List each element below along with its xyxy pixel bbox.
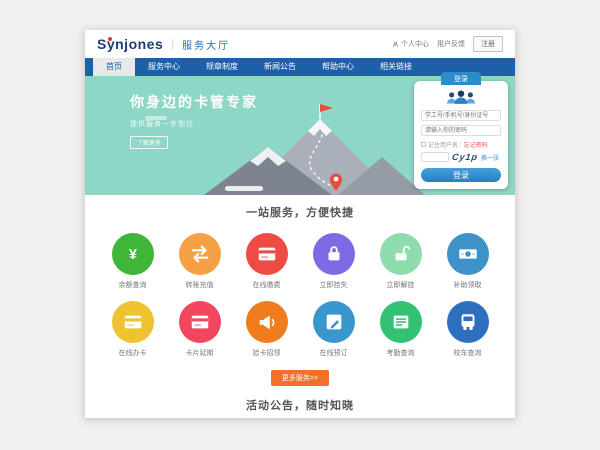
service-item[interactable]: 立即解挂 xyxy=(367,227,434,295)
service-item[interactable]: ¥ 余额查询 xyxy=(99,227,166,295)
service-label: 在线预订 xyxy=(300,348,367,358)
brand-logo[interactable]: Synjones xyxy=(97,36,163,52)
service-label: 在线缴费 xyxy=(233,280,300,290)
yen-icon: ¥ xyxy=(112,233,154,275)
hero-cta-button[interactable]: 了解更多 xyxy=(130,136,168,149)
user-feedback-link[interactable]: 用户反馈 xyxy=(437,39,465,49)
announcements-title: 活动公告，随时知晓 xyxy=(85,397,515,413)
banknote-icon xyxy=(447,233,489,275)
more-services-button[interactable]: 更多服务>> xyxy=(271,370,329,386)
hero-banner: 你身边的卡管专家 提供服务一步到位 了解更多 登录 xyxy=(85,76,515,195)
login-tab[interactable]: 登录 xyxy=(441,72,481,85)
site-name: 服务大厅 xyxy=(182,37,230,52)
announcements-section: 活动公告，随时知晓 使用须知 最新公告 更多>> 使用指南 更多>> xyxy=(85,386,515,418)
transfer-icon xyxy=(179,233,221,275)
service-label: 立即挂失 xyxy=(300,280,367,290)
service-item[interactable]: 校车查询 xyxy=(434,295,501,363)
login-panel: 登录 记住用户名 | 忘记密码 Cy1p 换一张 登录 xyxy=(414,81,508,189)
website-screenshot: Synjones | 服务大厅 个人中心 用户反馈 注册 首页服务中心规章制度新… xyxy=(85,30,515,418)
login-submit-button[interactable]: 登录 xyxy=(421,168,501,182)
forgot-password-link[interactable]: 忘记密码 xyxy=(464,140,488,149)
service-label: 补助领取 xyxy=(434,280,501,290)
personal-center-label: 个人中心 xyxy=(401,39,429,49)
register-button[interactable]: 注册 xyxy=(473,36,503,52)
remember-label: 记住用户名 xyxy=(428,140,458,149)
remember-row: 记住用户名 | 忘记密码 xyxy=(421,140,501,149)
card-icon xyxy=(246,233,288,275)
user-feedback-label: 用户反馈 xyxy=(437,39,465,49)
personal-center-link[interactable]: 个人中心 xyxy=(392,39,429,49)
service-label: 卡片延期 xyxy=(166,348,233,358)
service-label: 在线办卡 xyxy=(99,348,166,358)
service-item[interactable]: 卡片延期 xyxy=(166,295,233,363)
services-title: 一站服务，方便快捷 xyxy=(85,204,515,220)
services-grid: ¥ 余额查询转账充值在线缴费立即挂失立即解挂补助领取在线办卡卡片延期拾卡招领在线预… xyxy=(99,227,501,363)
service-item[interactable]: 在线缴费 xyxy=(233,227,300,295)
password-input[interactable] xyxy=(421,125,501,136)
top-header: Synjones | 服务大厅 个人中心 用户反馈 注册 xyxy=(85,30,515,58)
services-section: 一站服务，方便快捷 ¥ 余额查询转账充值在线缴费立即挂失立即解挂补助领取在线办卡卡… xyxy=(85,195,515,386)
service-label: 校车查询 xyxy=(434,348,501,358)
nav-item[interactable]: 服务中心 xyxy=(135,58,193,76)
service-item[interactable]: 在线预订 xyxy=(300,295,367,363)
brand-text: Synjones xyxy=(97,36,163,52)
captcha-image[interactable]: Cy1p xyxy=(451,152,478,162)
service-item[interactable]: 在线办卡 xyxy=(99,295,166,363)
service-label: 转账充值 xyxy=(166,280,233,290)
captcha-input[interactable] xyxy=(421,152,449,162)
svg-text:¥: ¥ xyxy=(128,247,137,263)
logo-divider: | xyxy=(171,38,174,50)
unlock-icon xyxy=(380,233,422,275)
service-label: 余额查询 xyxy=(99,280,166,290)
remember-checkbox[interactable] xyxy=(421,142,426,147)
list-icon xyxy=(380,301,422,343)
service-label: 拾卡招领 xyxy=(233,348,300,358)
nav-item[interactable]: 帮助中心 xyxy=(309,58,367,76)
captcha-row: Cy1p 换一张 xyxy=(421,152,501,162)
service-item[interactable]: 转账充值 xyxy=(166,227,233,295)
nav-item[interactable]: 规章制度 xyxy=(193,58,251,76)
card-icon xyxy=(112,301,154,343)
megaphone-icon xyxy=(246,301,288,343)
service-label: 立即解挂 xyxy=(367,280,434,290)
edit-icon xyxy=(313,301,355,343)
user-icon xyxy=(392,41,399,48)
change-captcha-link[interactable]: 换一张 xyxy=(481,153,499,162)
hero-title: 你身边的卡管专家 xyxy=(130,92,258,112)
nav-item[interactable]: 首页 xyxy=(93,58,135,76)
pipe-divider: | xyxy=(460,142,462,148)
service-item[interactable]: 考勤查询 xyxy=(367,295,434,363)
nav-item[interactable]: 相关链接 xyxy=(367,58,425,76)
service-item[interactable]: 立即挂失 xyxy=(300,227,367,295)
service-item[interactable]: 拾卡招领 xyxy=(233,295,300,363)
service-item[interactable]: 补助领取 xyxy=(434,227,501,295)
service-label: 考勤查询 xyxy=(367,348,434,358)
hero-subtitle: 提供服务一步到位 xyxy=(130,119,258,129)
hero-text: 你身边的卡管专家 提供服务一步到位 了解更多 xyxy=(130,92,258,150)
cloud-shape xyxy=(225,186,263,191)
bus-icon xyxy=(447,301,489,343)
username-input[interactable] xyxy=(421,110,501,121)
logo-dot-icon xyxy=(108,37,112,41)
lock-icon xyxy=(313,233,355,275)
nav-item[interactable]: 新闻公告 xyxy=(251,58,309,76)
card-icon xyxy=(179,301,221,343)
header-links: 个人中心 用户反馈 注册 xyxy=(392,36,503,52)
users-group-icon xyxy=(444,89,478,106)
